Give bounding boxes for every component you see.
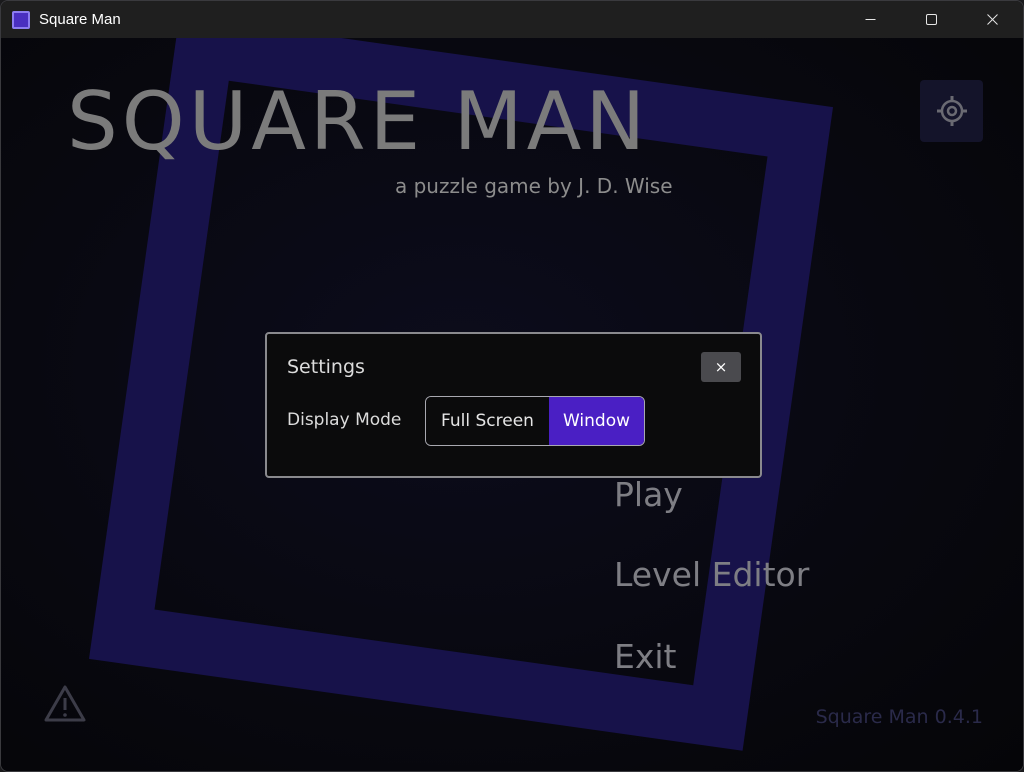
menu-level-editor[interactable]: Level Editor xyxy=(614,555,809,594)
minimize-icon xyxy=(865,19,876,20)
window-controls xyxy=(840,1,1023,38)
settings-button[interactable] xyxy=(920,80,983,142)
close-icon: × xyxy=(714,358,728,376)
version-label: Square Man 0.4.1 xyxy=(815,706,983,728)
app-window: Square Man SQUARE MAN a puzzle game by J… xyxy=(0,0,1024,772)
minimize-button[interactable] xyxy=(840,1,901,38)
display-mode-label: Display Mode xyxy=(287,410,402,430)
close-window-button[interactable] xyxy=(962,1,1023,38)
warning-button[interactable] xyxy=(43,684,87,724)
game-subtitle: a puzzle game by J. D. Wise xyxy=(395,174,673,198)
warning-icon xyxy=(44,685,86,722)
settings-dialog: Settings × Display Mode Full Screen Wind… xyxy=(265,332,762,478)
game-canvas: SQUARE MAN a puzzle game by J. D. Wise P… xyxy=(1,38,1023,771)
menu-play[interactable]: Play xyxy=(614,475,683,514)
game-title: SQUARE MAN xyxy=(67,75,650,168)
menu-exit[interactable]: Exit xyxy=(614,637,677,676)
dialog-title: Settings xyxy=(287,356,365,378)
maximize-icon xyxy=(926,14,937,25)
close-icon xyxy=(987,14,998,25)
dialog-close-button[interactable]: × xyxy=(701,352,741,382)
gear-icon xyxy=(936,96,967,126)
display-mode-toggle: Full Screen Window xyxy=(425,396,645,446)
full-screen-option[interactable]: Full Screen xyxy=(426,397,549,445)
title-bar[interactable]: Square Man xyxy=(1,1,1023,38)
maximize-button[interactable] xyxy=(901,1,962,38)
app-icon xyxy=(12,10,30,29)
window-option[interactable]: Window xyxy=(549,397,644,445)
window-title: Square Man xyxy=(39,11,121,28)
